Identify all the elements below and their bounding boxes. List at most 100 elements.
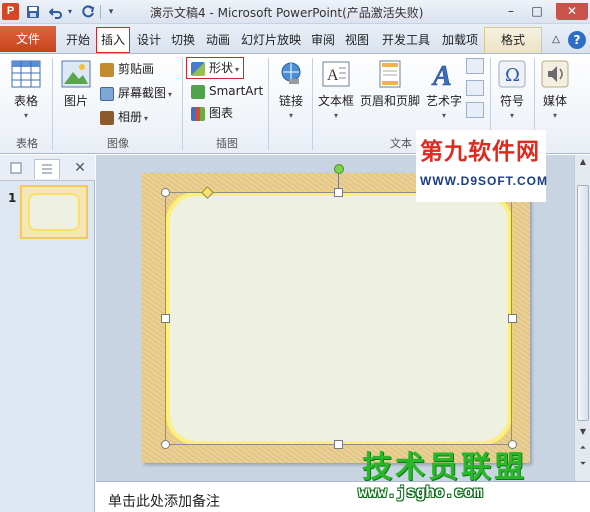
- media-label: 媒体: [542, 94, 567, 108]
- textbox-button[interactable]: A 文本框 ▾: [316, 60, 356, 120]
- slide-thumbnail-shape: [28, 193, 80, 231]
- undo-icon[interactable]: [47, 3, 65, 21]
- table-dropdown-icon: ▾: [23, 111, 28, 120]
- tab-home[interactable]: 开始: [62, 29, 94, 51]
- vertical-scrollbar[interactable]: ▲ ▼ ⏶ ⏷: [574, 155, 590, 481]
- wordart-icon: A: [431, 61, 452, 88]
- photo-album-button[interactable]: 相册 ▾: [100, 108, 148, 126]
- symbol-label: 符号: [499, 94, 524, 108]
- help-icon[interactable]: ?: [568, 31, 586, 49]
- screenshot-icon: [100, 86, 114, 101]
- wordart-dropdown-icon: ▾: [441, 111, 446, 120]
- resize-handle-top[interactable]: [334, 188, 343, 197]
- qat-separator: [100, 5, 101, 19]
- redo-icon[interactable]: [80, 3, 96, 21]
- window-title: 演示文稿4 - Microsoft PowerPoint(产品激活失败): [150, 6, 424, 20]
- tab-format[interactable]: 格式: [484, 27, 542, 53]
- shapes-button[interactable]: 形状 ▾: [186, 57, 245, 79]
- tab-slideshow[interactable]: 幻灯片放映: [238, 29, 304, 51]
- symbol-button[interactable]: Ω 符号 ▾: [494, 60, 530, 120]
- slides-pane-tabs: ✕: [0, 155, 95, 181]
- smartart-icon: [191, 84, 205, 99]
- header-footer-button[interactable]: 页眉和页脚: [358, 60, 422, 109]
- scroll-down-icon[interactable]: ▼: [575, 425, 590, 439]
- speaker-icon: [541, 60, 569, 88]
- resize-handle-bottom[interactable]: [334, 440, 343, 449]
- clipart-button[interactable]: 剪贴画: [100, 60, 154, 78]
- next-slide-icon[interactable]: ⏷: [575, 457, 590, 471]
- save-icon[interactable]: [25, 3, 41, 21]
- customize-qat-icon[interactable]: ▾: [104, 3, 118, 21]
- smartart-button[interactable]: SmartArt: [191, 82, 263, 100]
- textbox-label: 文本框: [317, 94, 354, 108]
- chart-icon: [191, 106, 205, 121]
- resize-handle-bottom-left[interactable]: [161, 440, 170, 449]
- previous-slide-icon[interactable]: ⏶: [575, 441, 590, 455]
- close-window-button[interactable]: ✕: [556, 3, 588, 20]
- resize-handle-left[interactable]: [161, 314, 170, 323]
- hyperlink-button[interactable]: 链接 ▾: [274, 60, 308, 120]
- tab-file[interactable]: 文件: [0, 26, 56, 52]
- svg-text:Ω: Ω: [505, 65, 520, 86]
- undo-dropdown-icon[interactable]: ▾: [66, 3, 74, 21]
- tab-design[interactable]: 设计: [134, 29, 164, 51]
- svg-text:A: A: [431, 61, 452, 88]
- slide-thumbnail[interactable]: [20, 185, 88, 239]
- shapes-label: 形状: [209, 61, 234, 75]
- table-button[interactable]: 表格 ▾: [6, 60, 46, 120]
- title-bar: P ▾ ▾ 演示文稿4 - Microsoft PowerPoint(产品激活失…: [0, 0, 590, 24]
- clipart-icon: [100, 62, 114, 77]
- tab-addins[interactable]: 加载项: [438, 29, 482, 51]
- watermark-d9soft-url: WWW.D9SOFT.COM: [420, 174, 548, 188]
- insert-object-icon[interactable]: [466, 102, 484, 118]
- group-label-images: 图像: [107, 137, 129, 150]
- watermark-d9soft: 第九软件网 WWW.D9SOFT.COM: [416, 130, 548, 202]
- tab-animations[interactable]: 动画: [202, 29, 234, 51]
- resize-handle-top-left[interactable]: [161, 188, 170, 197]
- slides-pane: ✕ 1: [0, 155, 95, 512]
- wordart-button[interactable]: A 艺术字 ▾: [424, 60, 464, 120]
- picture-icon: [61, 60, 91, 88]
- picture-button[interactable]: 图片: [58, 60, 94, 109]
- screenshot-dropdown-icon: ▾: [168, 90, 173, 99]
- watermark-jsgho: 技术员联盟 www.jsgho.com: [358, 442, 550, 506]
- date-time-icon[interactable]: [466, 58, 484, 74]
- watermark-d9soft-title: 第九软件网: [420, 138, 540, 164]
- close-pane-icon[interactable]: ✕: [68, 159, 92, 179]
- tab-developer[interactable]: 开发工具: [378, 29, 434, 51]
- symbol-dropdown-icon: ▾: [509, 111, 514, 120]
- powerpoint-app-icon[interactable]: P: [2, 3, 19, 20]
- screenshot-button[interactable]: 屏幕截图 ▾: [100, 84, 172, 102]
- photo-album-label: 相册: [118, 110, 143, 124]
- watermark-jsgho-url: www.jsgho.com: [358, 484, 483, 502]
- rotation-handle[interactable]: [334, 164, 344, 174]
- textbox-dropdown-icon: ▾: [333, 111, 338, 120]
- media-button[interactable]: 媒体 ▾: [538, 60, 572, 120]
- photo-album-icon: [100, 110, 114, 125]
- minimize-ribbon-icon[interactable]: △: [548, 29, 564, 51]
- outline-tab-icon[interactable]: [34, 159, 60, 179]
- group-separator: [182, 58, 183, 150]
- scroll-thumb[interactable]: [577, 185, 589, 421]
- resize-handle-right[interactable]: [508, 314, 517, 323]
- selection-frame: [165, 192, 512, 445]
- notes-placeholder[interactable]: 单击此处添加备注: [108, 491, 220, 511]
- chart-button[interactable]: 图表: [191, 104, 233, 122]
- tab-transitions[interactable]: 切换: [168, 29, 198, 51]
- hyperlink-icon: [281, 62, 301, 84]
- tab-review[interactable]: 审阅: [308, 29, 338, 51]
- slides-tab-icon[interactable]: [4, 159, 28, 179]
- restore-button[interactable]: □: [526, 3, 548, 20]
- tab-insert[interactable]: 插入: [96, 27, 130, 53]
- ribbon-tabs: 文件 开始 插入 设计 切换 动画 幻灯片放映 审阅 视图 开发工具 加载项 格…: [0, 24, 590, 54]
- shapes-dropdown-icon: ▾: [235, 65, 240, 74]
- slide-number-icon[interactable]: [466, 80, 484, 96]
- album-dropdown-icon: ▾: [144, 114, 149, 123]
- svg-text:A: A: [327, 67, 339, 84]
- scroll-up-icon[interactable]: ▲: [575, 155, 590, 169]
- minimize-button[interactable]: –: [500, 3, 522, 20]
- chart-label: 图表: [209, 106, 234, 120]
- header-footer-icon: [379, 60, 401, 88]
- screenshot-label: 屏幕截图: [118, 86, 167, 100]
- tab-view[interactable]: 视图: [342, 29, 372, 51]
